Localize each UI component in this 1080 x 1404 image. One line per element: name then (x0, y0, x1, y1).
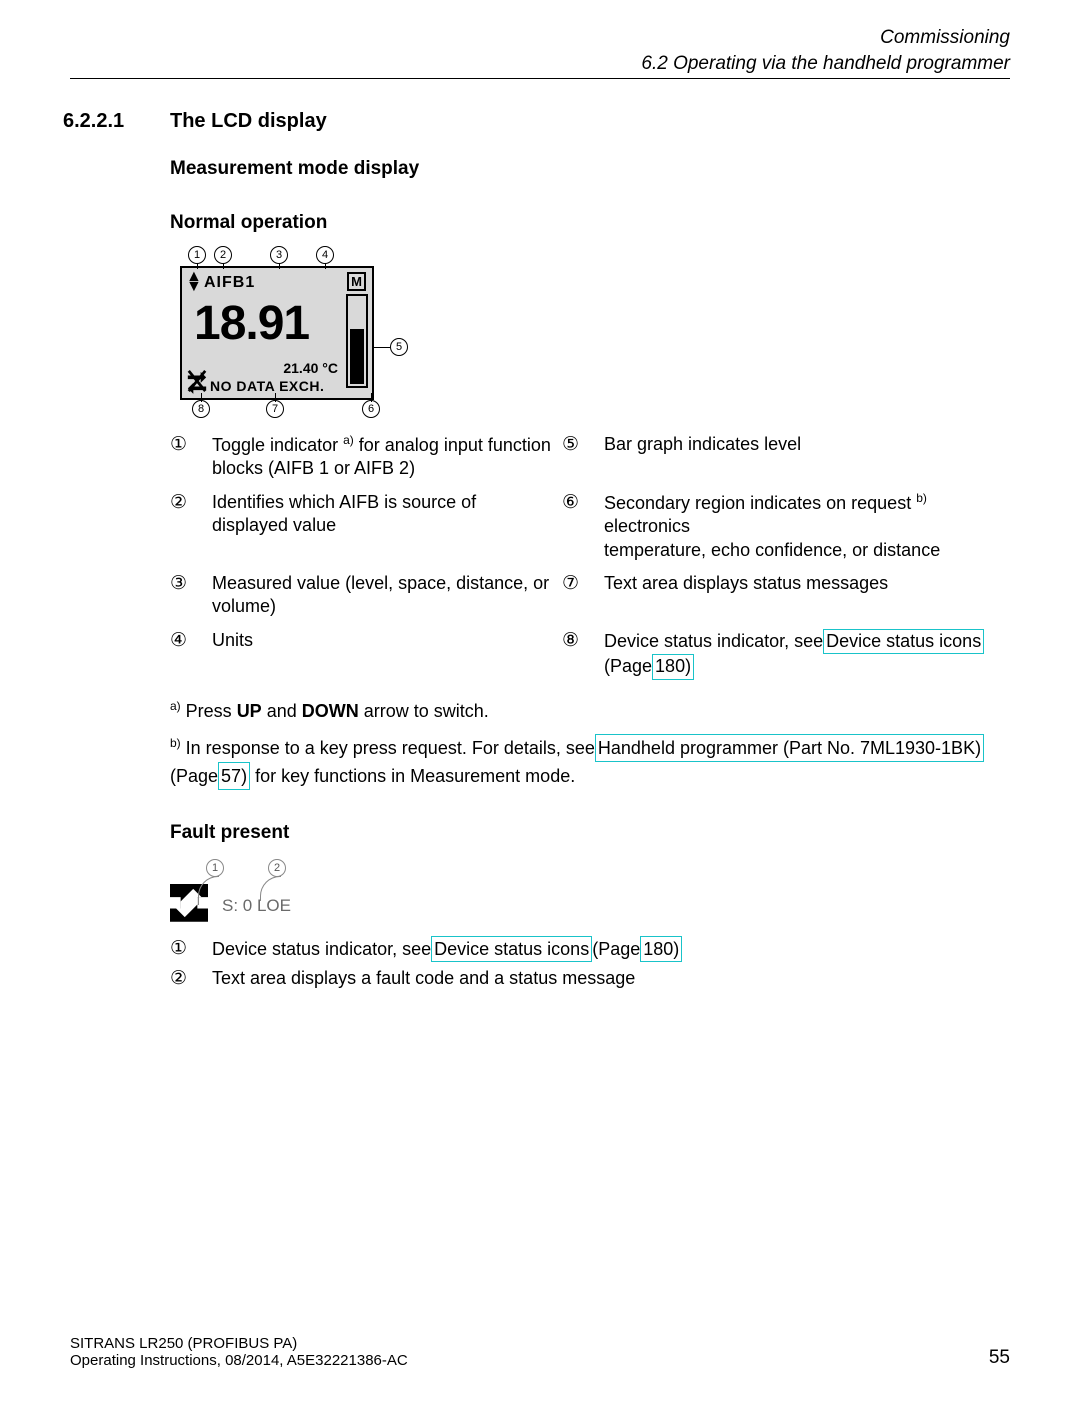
callout-5: 5 (390, 338, 408, 356)
legend-7: Text area displays status messages (604, 572, 1004, 619)
link-page-180[interactable]: 180) (652, 654, 694, 679)
footnote-b: b) In response to a key press request. F… (170, 734, 1010, 790)
link-page-180-2[interactable]: 180) (640, 936, 682, 962)
fault-row-2: Text area displays a fault code and a st… (212, 966, 972, 992)
legend-1: Toggle indicator a) for analog input fun… (212, 433, 552, 481)
bullet-8: ⑧ (562, 629, 594, 680)
fault-bullet-1: ① (170, 936, 202, 962)
fault-legend: ① Device status indicator, see Device st… (170, 936, 1010, 992)
legend-2: Identifies which AIFB is source of displ… (212, 491, 552, 562)
link-handheld-programmer[interactable]: Handheld programmer (Part No. 7ML1930-1B… (595, 734, 984, 762)
lcd-bargraph (346, 294, 368, 388)
bullet-2: ② (170, 491, 202, 562)
footer-left: SITRANS LR250 (PROFIBUS PA) Operating In… (70, 1335, 408, 1369)
lcd-top-row: ▲▼ AIFB1 M (186, 272, 368, 294)
legend-3: Measured value (level, space, distance, … (212, 572, 552, 619)
lcd-normal-figure: ▲▼ AIFB1 M 18.91 21.40 °C NO DATA EXCH. … (170, 248, 430, 423)
section-title: The LCD display (170, 110, 327, 133)
callout-2: 2 (214, 246, 232, 264)
callout-legend: ① Toggle indicator a) for analog input f… (170, 433, 1010, 680)
callout-3: 3 (270, 246, 288, 264)
bullet-1: ① (170, 433, 202, 481)
page-number: 55 (989, 1347, 1010, 1369)
lcd-aifb-label: AIFB1 (204, 274, 255, 292)
heading-measurement-mode: Measurement mode display (170, 158, 1010, 180)
link-device-status-icons-2[interactable]: Device status icons (431, 936, 592, 962)
footnote-a: a) Press UP and DOWN arrow to switch. (170, 698, 1010, 724)
header-chapter: Commissioning (70, 25, 1010, 51)
link-device-status-icons[interactable]: Device status icons (823, 629, 984, 654)
footer: SITRANS LR250 (PROFIBUS PA) Operating In… (70, 1335, 1010, 1369)
link-page-57[interactable]: 57) (218, 762, 250, 790)
footer-docinfo: Operating Instructions, 08/2014, A5E3222… (70, 1352, 408, 1369)
lcd-unit-box: M (347, 272, 366, 291)
lcd-secondary-value: 21.40 °C (283, 360, 338, 376)
fault-row-1: Device status indicator, see Device stat… (212, 936, 972, 962)
legend-6: Secondary region indicates on request b)… (604, 491, 1004, 562)
callout-4: 4 (316, 246, 334, 264)
fault-callout-1: 1 (206, 859, 224, 877)
lcd-screen: ▲▼ AIFB1 M 18.91 21.40 °C NO DATA EXCH. (180, 266, 374, 400)
bullet-6: ⑥ (562, 491, 594, 562)
toggle-arrows-icon: ▲▼ (186, 272, 202, 292)
page: Commissioning 6.2 Operating via the hand… (0, 0, 1080, 1404)
footer-product: SITRANS LR250 (PROFIBUS PA) (70, 1335, 408, 1352)
bullet-3: ③ (170, 572, 202, 619)
fault-callout-2: 2 (268, 859, 286, 877)
callout-8: 8 (192, 400, 210, 418)
fault-bullet-2: ② (170, 966, 202, 992)
device-status-icon (186, 368, 208, 394)
section-number: 6.2.2.1 (63, 110, 124, 133)
callout-7: 7 (266, 400, 284, 418)
heading-fault-present: Fault present (170, 822, 1010, 844)
heading-normal-operation: Normal operation (170, 212, 1010, 234)
callout-6: 6 (362, 400, 380, 418)
lcd-fault-figure: S: 0 LOE 1 2 (170, 858, 390, 928)
legend-8: Device status indicator, see Device stat… (604, 629, 1004, 680)
bullet-4: ④ (170, 629, 202, 680)
header-section: 6.2 Operating via the handheld programme… (70, 51, 1010, 77)
callout-1: 1 (188, 246, 206, 264)
bullet-7: ⑦ (562, 572, 594, 619)
lcd-status-text: NO DATA EXCH. (210, 378, 324, 394)
content: Measurement mode display Normal operatio… (170, 158, 1010, 992)
legend-4: Units (212, 629, 552, 680)
bullet-5: ⑤ (562, 433, 594, 481)
legend-5: Bar graph indicates level (604, 433, 1004, 481)
lcd-measured-value: 18.91 (194, 296, 309, 351)
running-header: Commissioning 6.2 Operating via the hand… (70, 25, 1010, 79)
